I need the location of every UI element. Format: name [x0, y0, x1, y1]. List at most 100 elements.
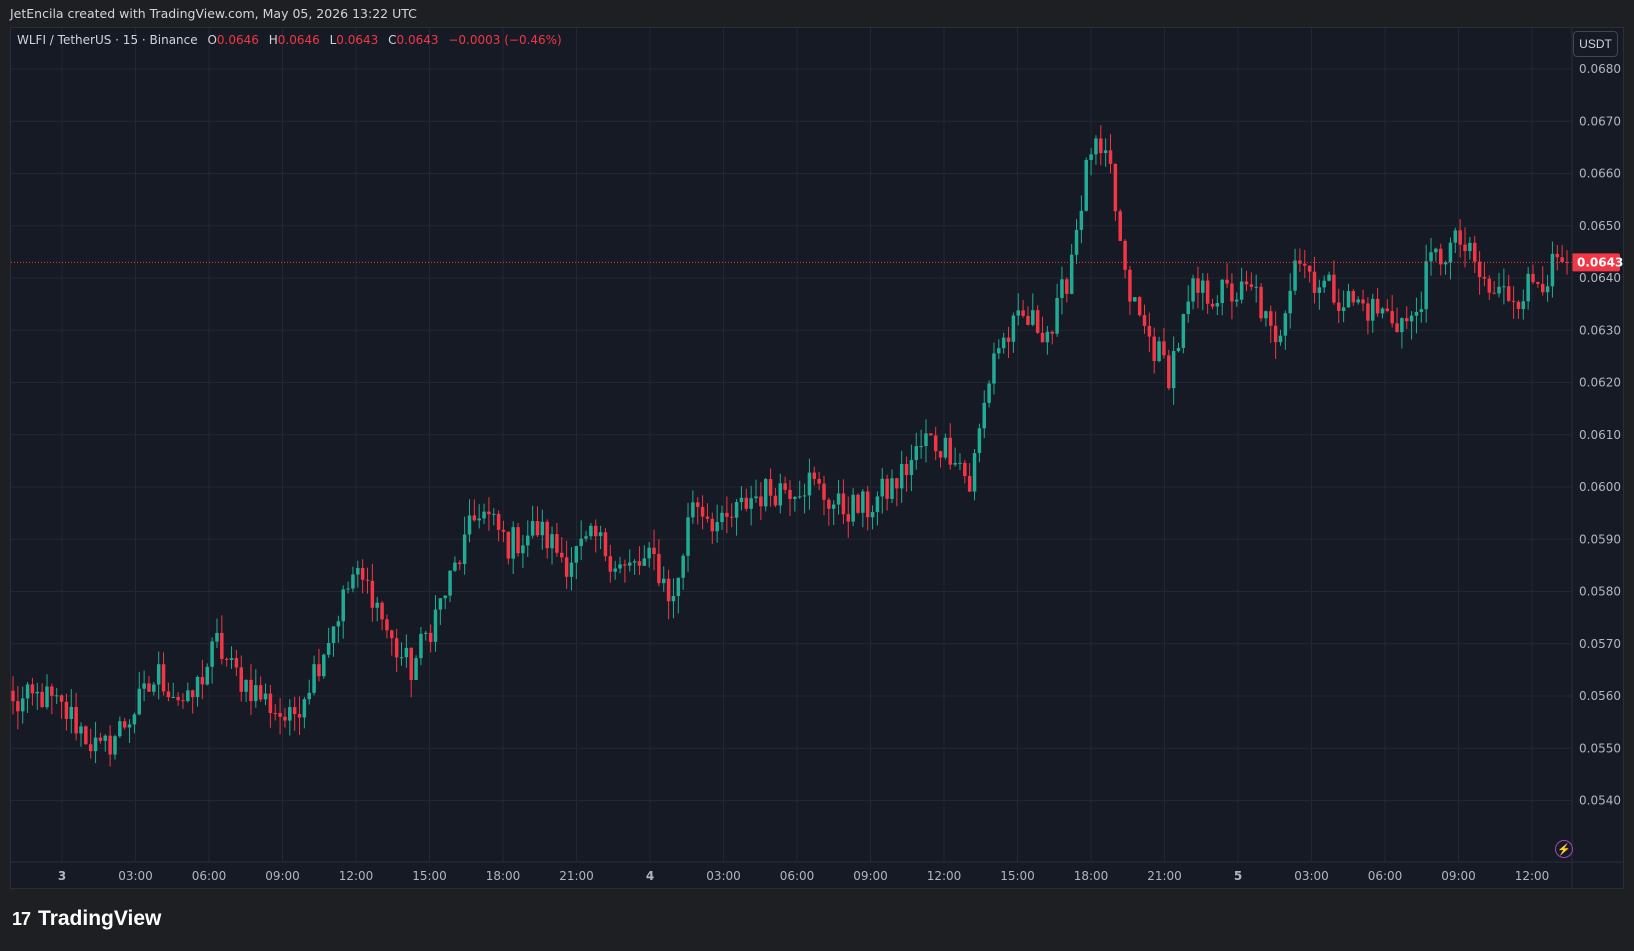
candle-down — [1021, 310, 1025, 316]
candle-up — [1356, 299, 1360, 303]
candle-down — [623, 564, 627, 566]
candle-down — [1152, 336, 1156, 362]
candle-up — [642, 558, 647, 566]
candle-up — [1327, 274, 1331, 281]
candle-up — [1521, 301, 1526, 309]
candle-up — [399, 657, 404, 659]
y-tick-label: 0.0560 — [1579, 689, 1621, 703]
candle-up — [35, 691, 40, 694]
candle-down — [161, 664, 166, 692]
candle-up — [676, 577, 681, 596]
candle-down — [1307, 265, 1312, 272]
x-tick-label: 03:00 — [706, 869, 741, 883]
candle-down — [1511, 300, 1516, 302]
candle-down — [846, 514, 851, 522]
candle-up — [618, 564, 622, 569]
candle-up — [156, 664, 161, 685]
candle-up — [754, 496, 758, 499]
x-tick-label: 15:00 — [412, 869, 447, 883]
candle-down — [1225, 279, 1229, 284]
y-tick-label: 0.0570 — [1579, 637, 1621, 651]
candle-down — [1147, 325, 1152, 337]
candle-up — [1069, 254, 1074, 294]
candle-up — [331, 626, 336, 643]
candle-down — [1477, 261, 1482, 278]
candle-up — [778, 483, 783, 506]
candle-down — [967, 476, 972, 492]
candle-down — [705, 516, 710, 519]
candle-up — [1448, 242, 1453, 263]
y-tick-label: 0.0600 — [1579, 480, 1621, 494]
x-tick-label: 12:00 — [339, 869, 374, 883]
candle-down — [1167, 355, 1171, 389]
candle-down — [1303, 263, 1307, 266]
candle-down — [1472, 242, 1477, 262]
candle-up — [1317, 287, 1322, 293]
candle-up — [909, 460, 914, 476]
candle-down — [1113, 163, 1118, 212]
candle-down — [817, 478, 821, 484]
candle-up — [1176, 347, 1181, 352]
candle-down — [1269, 311, 1273, 326]
candle-down — [1385, 308, 1390, 312]
currency-unit-button[interactable]: USDT — [1573, 31, 1618, 57]
candle-up — [793, 496, 797, 499]
candle-up — [186, 690, 190, 702]
candle-down — [88, 744, 93, 752]
candle-down — [1555, 253, 1560, 258]
candle-down — [545, 521, 549, 549]
candle-down — [16, 701, 20, 712]
candle-up — [511, 527, 515, 559]
candle-up — [351, 574, 355, 589]
candle-down — [788, 489, 792, 499]
x-tick-label: 06:00 — [1368, 869, 1403, 883]
x-tick-label: 21:00 — [559, 869, 594, 883]
candle-up — [1201, 280, 1205, 293]
y-tick-label: 0.0680 — [1579, 62, 1621, 76]
candle-up — [326, 642, 331, 655]
y-tick-label: 0.0590 — [1579, 532, 1621, 546]
x-tick-label: 12:00 — [927, 869, 962, 883]
symbol-label[interactable]: WLFI / TetherUS · 15 · Binance — [17, 33, 198, 47]
candle-up — [550, 534, 554, 549]
candlestick-chart[interactable]: 0.0643 0.06800.06700.06600.06500.06400.0… — [0, 0, 1634, 951]
candle-down — [1540, 283, 1545, 293]
x-tick-label: 15:00 — [1000, 869, 1035, 883]
candle-up — [870, 512, 875, 518]
candle-up — [341, 589, 345, 622]
candle-up — [477, 518, 481, 521]
candle-up — [492, 513, 496, 515]
y-tick-label: 0.0660 — [1579, 167, 1621, 181]
candle-down — [904, 463, 909, 476]
candle-up — [1016, 310, 1020, 316]
candle-down — [1142, 315, 1147, 326]
candle-up — [579, 538, 583, 547]
candle-down — [1492, 292, 1496, 294]
candle-down — [1516, 301, 1521, 309]
candle-up — [1288, 290, 1292, 314]
candle-down — [725, 512, 729, 517]
candle-up — [448, 570, 452, 596]
candle-up — [851, 494, 855, 522]
axes: 0.0680 0.0670 0.0660 0.0650 0.0640 0.0630 0.06… — [11, 28, 1623, 888]
candle-up — [288, 707, 292, 721]
lightning-icon[interactable]: ⚡ — [1555, 840, 1573, 858]
candle-up — [1031, 310, 1035, 325]
candle-down — [710, 518, 715, 532]
x-tick-label: 21:00 — [1147, 869, 1182, 883]
candle-down — [200, 676, 205, 685]
candle-up — [802, 495, 807, 497]
candle-down — [487, 511, 491, 515]
x-tick-label: 09:00 — [265, 869, 300, 883]
candle-up — [462, 534, 467, 565]
tradingview-logo-mark-icon: 17 — [12, 908, 31, 929]
x-tick-label: 18:00 — [486, 869, 521, 883]
candle-down — [122, 721, 127, 728]
candle-down — [1128, 269, 1132, 302]
tradingview-logo[interactable]: 17 TradingView — [12, 907, 161, 931]
x-tick-label: 06:00 — [192, 869, 227, 883]
candle-up — [691, 502, 695, 518]
candle-down — [506, 531, 511, 559]
candle-up — [414, 658, 418, 681]
candle-up — [1181, 314, 1186, 348]
